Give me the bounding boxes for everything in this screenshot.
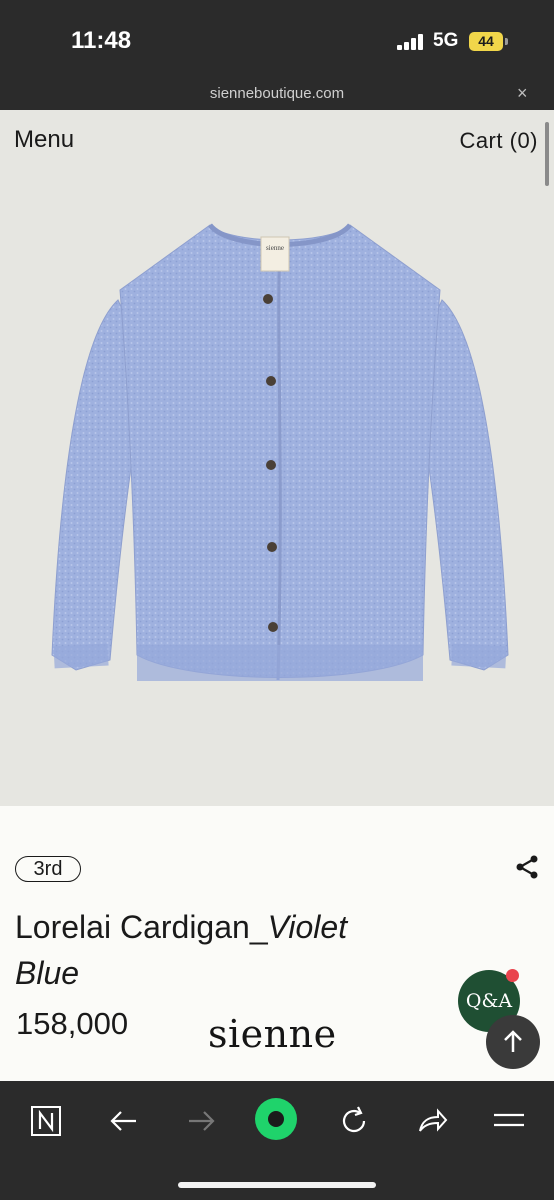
product-hero: Menu Cart (0) sienne [0, 110, 554, 806]
button-4 [267, 542, 277, 552]
product-price: 158,000 [16, 1006, 129, 1041]
product-title: Lorelai Cardigan_Violet Blue [15, 904, 415, 996]
button-3 [266, 460, 276, 470]
network-type: 5G [433, 30, 459, 51]
forward-arrow-icon[interactable] [181, 1101, 221, 1141]
brand-logo[interactable]: sienne [208, 1012, 337, 1056]
url-text[interactable]: sienneboutique.com [0, 85, 554, 102]
green-circle-icon[interactable] [252, 1095, 300, 1143]
product-info: 3rd Lorelai Cardigan_Violet Blue 158,000… [0, 806, 554, 1081]
url-bar[interactable]: sienneboutique.com × [0, 80, 554, 110]
rank-badge: 3rd [15, 856, 81, 882]
share-icon[interactable] [514, 854, 540, 880]
share-arrow-icon[interactable] [412, 1101, 452, 1141]
n-logo-icon[interactable] [26, 1101, 66, 1141]
browser-toolbar [0, 1081, 554, 1200]
notification-dot [506, 969, 519, 982]
button-1 [263, 294, 273, 304]
button-5 [268, 622, 278, 632]
back-arrow-icon[interactable] [104, 1101, 144, 1141]
menu-button[interactable]: Menu [14, 126, 74, 154]
menu-icon[interactable] [489, 1101, 529, 1141]
refresh-icon[interactable] [334, 1101, 374, 1141]
product-title-main: Lorelai Cardigan_ [15, 909, 268, 945]
status-bar: 11:48 5G 44 [0, 0, 554, 80]
battery-icon: 44 [469, 32, 503, 51]
signal-icon [397, 34, 425, 50]
scroll-top-button[interactable] [486, 1015, 540, 1069]
scrollbar[interactable] [545, 122, 549, 186]
battery-tip [505, 38, 508, 45]
arrow-up-icon [504, 1030, 522, 1052]
cart-button[interactable]: Cart (0) [459, 128, 538, 154]
close-icon[interactable]: × [517, 83, 528, 104]
button-2 [266, 376, 276, 386]
home-indicator[interactable] [178, 1182, 376, 1188]
status-time: 11:48 [71, 27, 132, 54]
cardigan-tag: sienne [266, 244, 284, 252]
cardigan-photo[interactable]: sienne [40, 215, 520, 705]
